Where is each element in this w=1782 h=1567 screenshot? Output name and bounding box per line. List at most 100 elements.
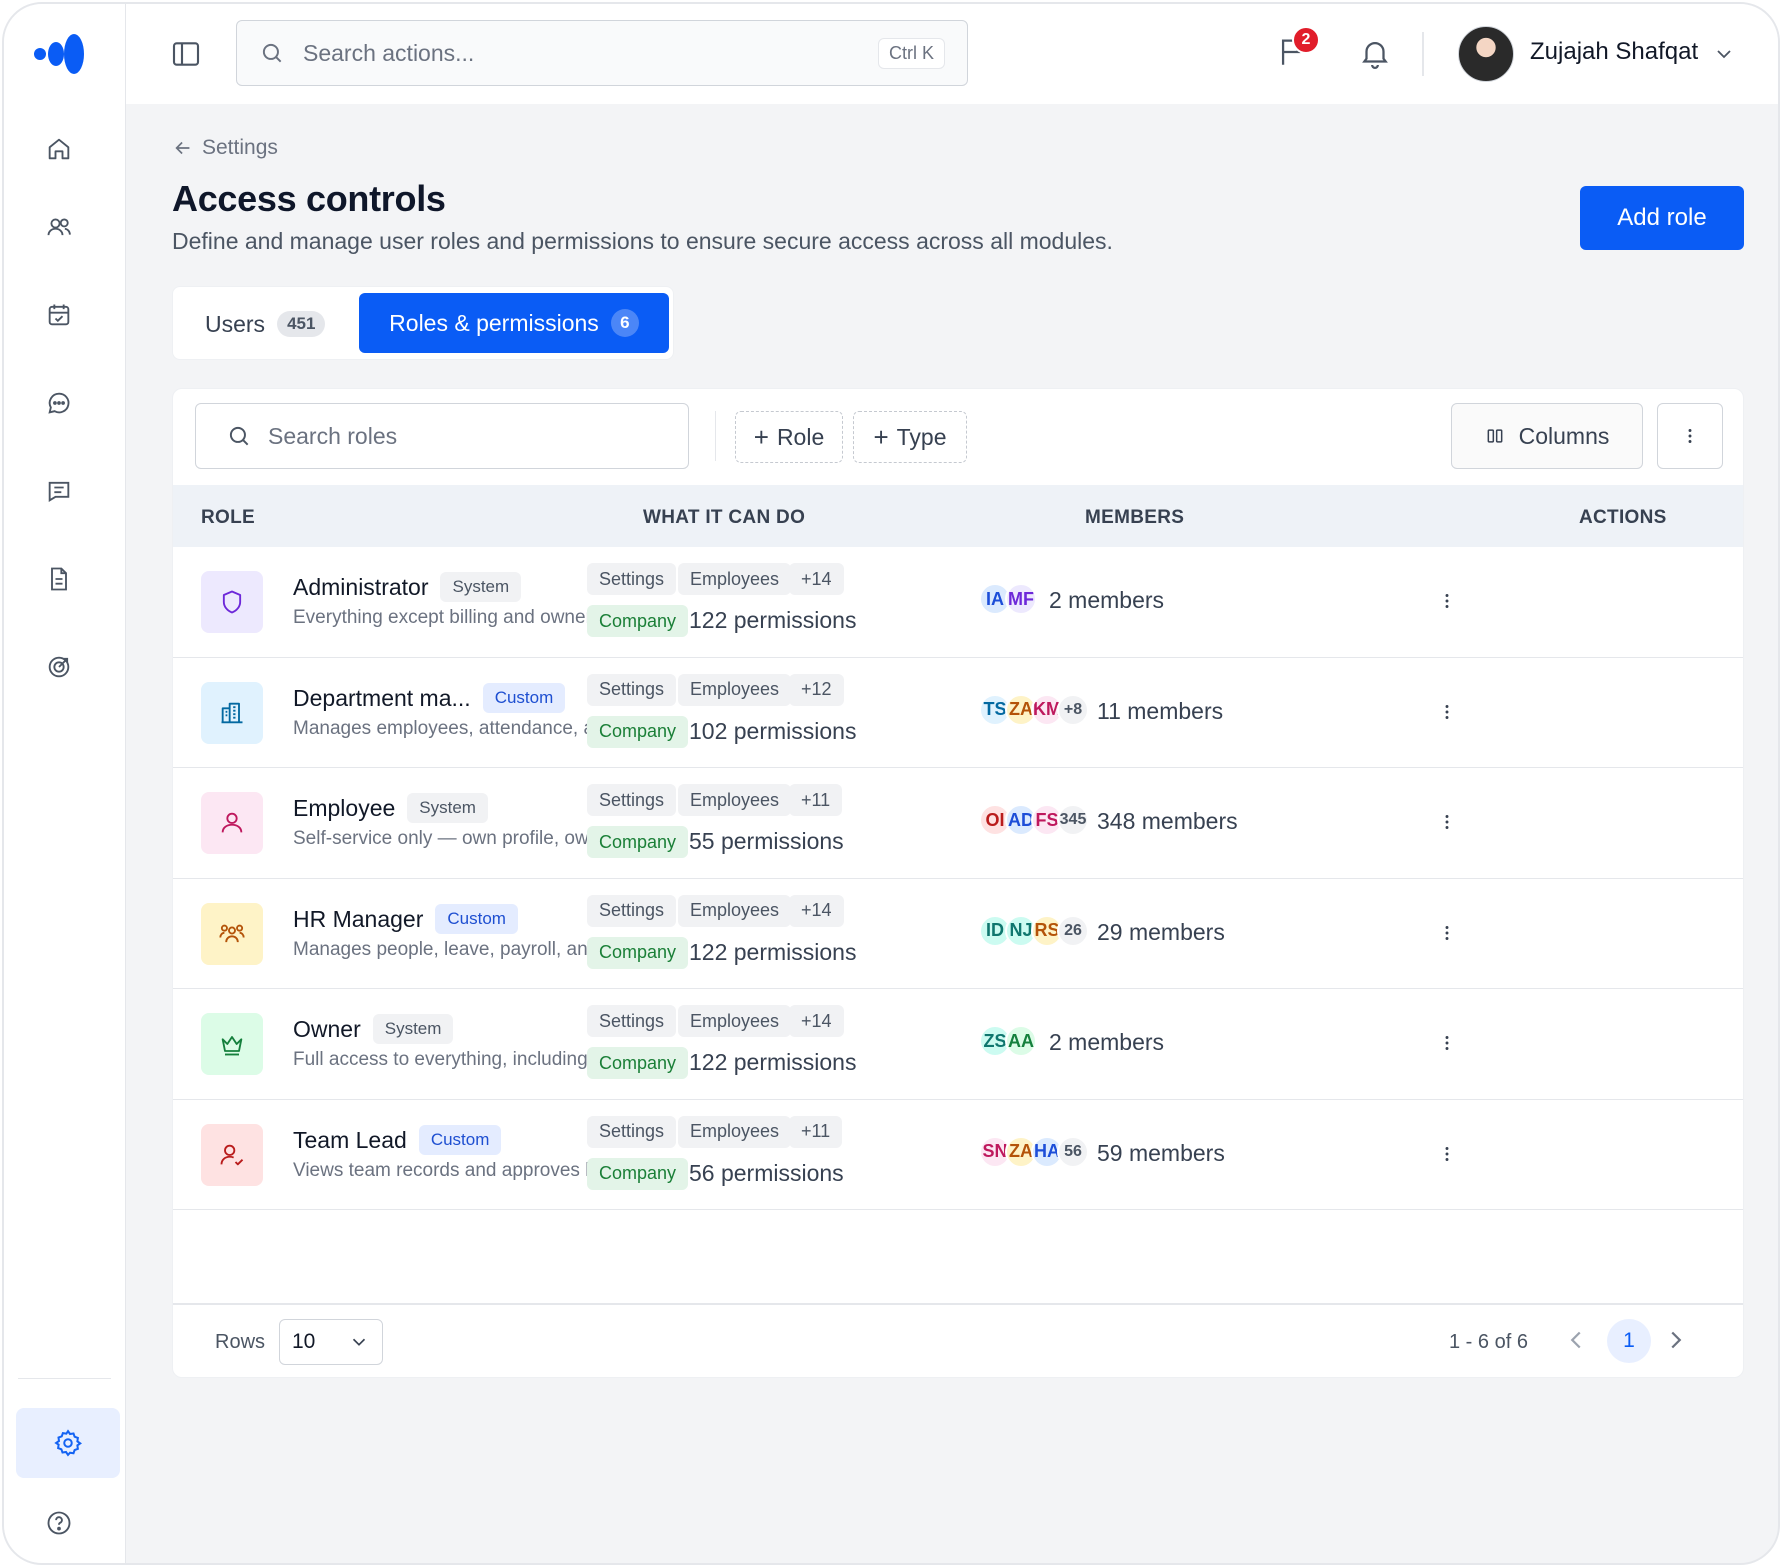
plus-icon: + <box>873 421 889 452</box>
more-vertical-icon <box>1688 429 1692 443</box>
target-icon[interactable] <box>42 650 76 684</box>
chevron-down-icon[interactable] <box>1712 42 1736 66</box>
permission-chip: Employees <box>678 894 792 927</box>
column-header-members[interactable]: MEMBERS <box>1085 507 1184 529</box>
columns-label: Columns <box>1518 422 1610 449</box>
user-name[interactable]: Zujajah Shafqat <box>1530 38 1698 66</box>
role-description: Manages employees, attendance, an <box>293 717 599 739</box>
role-name[interactable]: Owner <box>293 1016 361 1043</box>
member-avatars[interactable]: TS ZA KM +8 <box>979 693 1089 728</box>
more-vertical-icon <box>1445 815 1449 829</box>
tab-users[interactable]: Users 451 <box>193 299 337 349</box>
permission-chip: Settings <box>587 1005 677 1037</box>
permission-count[interactable]: 122 permissions <box>689 1049 856 1076</box>
tab-roles-permissions[interactable]: Roles & permissions 6 <box>359 293 669 353</box>
user-icon <box>201 792 263 854</box>
row-actions-button[interactable] <box>1433 1029 1461 1057</box>
member-avatars[interactable]: ZS AA <box>979 1025 1037 1059</box>
role-filter-button[interactable]: + Role <box>735 411 843 463</box>
row-actions-button[interactable] <box>1433 919 1461 947</box>
role-name[interactable]: Administrator <box>293 574 428 601</box>
permission-count[interactable]: 102 permissions <box>689 718 856 745</box>
rows-per-page-select[interactable]: 10 <box>279 1319 383 1365</box>
table-row[interactable]: Administrator System Everything except bil… <box>173 547 1743 658</box>
permission-chip: +14 <box>789 563 844 595</box>
member-count[interactable]: 2 members <box>1049 587 1164 614</box>
bell-icon[interactable] <box>1358 36 1392 70</box>
table-row[interactable]: Department ma... Custom Manages employees,… <box>173 658 1743 768</box>
role-name[interactable]: Team Lead <box>293 1127 407 1154</box>
member-count[interactable]: 29 members <box>1097 919 1225 946</box>
group-icon <box>201 902 263 965</box>
permission-chip: Employees <box>678 1115 792 1148</box>
page-number-button[interactable]: 1 <box>1607 1319 1651 1363</box>
search-roles-input[interactable]: Search roles <box>195 403 689 469</box>
chevron-right-icon[interactable] <box>1661 1325 1691 1355</box>
calendar-check-icon[interactable] <box>42 298 76 332</box>
table-row[interactable]: Employee System Self-service only — own pr… <box>173 768 1743 879</box>
more-members-avatar: 345 <box>1057 804 1089 836</box>
permission-count[interactable]: 122 permissions <box>689 607 856 634</box>
role-name[interactable]: Employee <box>293 795 395 822</box>
row-actions-button[interactable] <box>1433 587 1461 615</box>
member-count[interactable]: 11 members <box>1097 698 1223 725</box>
table-row[interactable]: Team Lead Custom Views team records and ap… <box>173 1100 1743 1210</box>
users-icon[interactable] <box>42 210 76 244</box>
document-icon[interactable] <box>42 562 76 596</box>
permission-count[interactable]: 122 permissions <box>689 939 856 966</box>
notification-badge: 2 <box>1292 26 1320 54</box>
role-name[interactable]: HR Manager <box>293 906 423 933</box>
toolbar-divider <box>715 411 716 461</box>
member-count[interactable]: 348 members <box>1097 808 1238 835</box>
sidebar-divider <box>18 1378 111 1379</box>
more-vertical-icon <box>1445 1146 1449 1161</box>
home-icon[interactable] <box>42 132 76 166</box>
member-avatar: MF <box>1005 583 1037 615</box>
tab-roles-count: 6 <box>610 309 639 337</box>
member-avatars[interactable]: IA MF <box>979 583 1037 617</box>
permission-count[interactable]: 56 permissions <box>689 1160 844 1187</box>
help-icon[interactable] <box>42 1506 76 1540</box>
global-search-input[interactable]: Search actions... Ctrl K <box>236 20 968 86</box>
more-options-button[interactable] <box>1657 403 1723 469</box>
table-row[interactable]: Owner System Full access to everything, in… <box>173 989 1743 1100</box>
permission-chip: Settings <box>587 563 677 595</box>
back-to-settings-link[interactable]: Settings <box>172 136 278 160</box>
member-count[interactable]: 2 members <box>1049 1029 1164 1056</box>
row-actions-button[interactable] <box>1433 698 1461 726</box>
column-header-role[interactable]: ROLE <box>201 507 255 529</box>
permission-chip: Company <box>587 1157 689 1190</box>
type-filter-button[interactable]: + Type <box>853 411 967 463</box>
brand-logo[interactable] <box>34 32 90 76</box>
permission-count[interactable]: 55 permissions <box>689 828 844 855</box>
permission-chip: Settings <box>587 1115 677 1148</box>
arrow-left-icon <box>175 141 190 155</box>
search-icon <box>262 43 282 63</box>
type-filter-label: Type <box>896 423 947 450</box>
sidebar-toggle-icon[interactable] <box>170 38 202 70</box>
member-avatars[interactable]: SN ZA HA 56 <box>979 1135 1089 1170</box>
add-role-button[interactable]: Add role <box>1580 186 1744 250</box>
row-actions-button[interactable] <box>1433 808 1461 836</box>
pagination-bar: Rows 10 1 - 6 of 6 1 <box>173 1303 1743 1377</box>
settings-icon[interactable] <box>16 1408 120 1478</box>
table-header: ROLE WHAT IT CAN DO MEMBERS ACTIONS <box>173 485 1743 547</box>
member-avatars[interactable]: OI AD FS 345 <box>979 804 1089 838</box>
row-actions-button[interactable] <box>1433 1140 1461 1168</box>
columns-button[interactable]: Columns <box>1451 403 1643 469</box>
column-header-permissions[interactable]: WHAT IT CAN DO <box>643 507 805 529</box>
member-count[interactable]: 59 members <box>1097 1140 1225 1167</box>
chevron-left-icon[interactable] <box>1561 1325 1591 1355</box>
columns-icon <box>1487 429 1503 443</box>
role-name[interactable]: Department ma... <box>293 685 471 712</box>
member-avatars[interactable]: ID NJ RS 26 <box>979 914 1089 949</box>
message-square-icon[interactable] <box>42 474 76 508</box>
chat-icon[interactable] <box>42 386 76 420</box>
permission-chip: Employees <box>678 673 792 706</box>
column-header-actions: ACTIONS <box>1579 507 1667 528</box>
app-window: Search actions... Ctrl K 2 Zujajah Shafq… <box>2 2 1780 1565</box>
user-avatar[interactable] <box>1458 26 1514 82</box>
user-check-icon <box>201 1123 263 1186</box>
role-type-badge: System <box>440 572 522 602</box>
table-row[interactable]: HR Manager Custom Manages people, leave, p… <box>173 879 1743 989</box>
